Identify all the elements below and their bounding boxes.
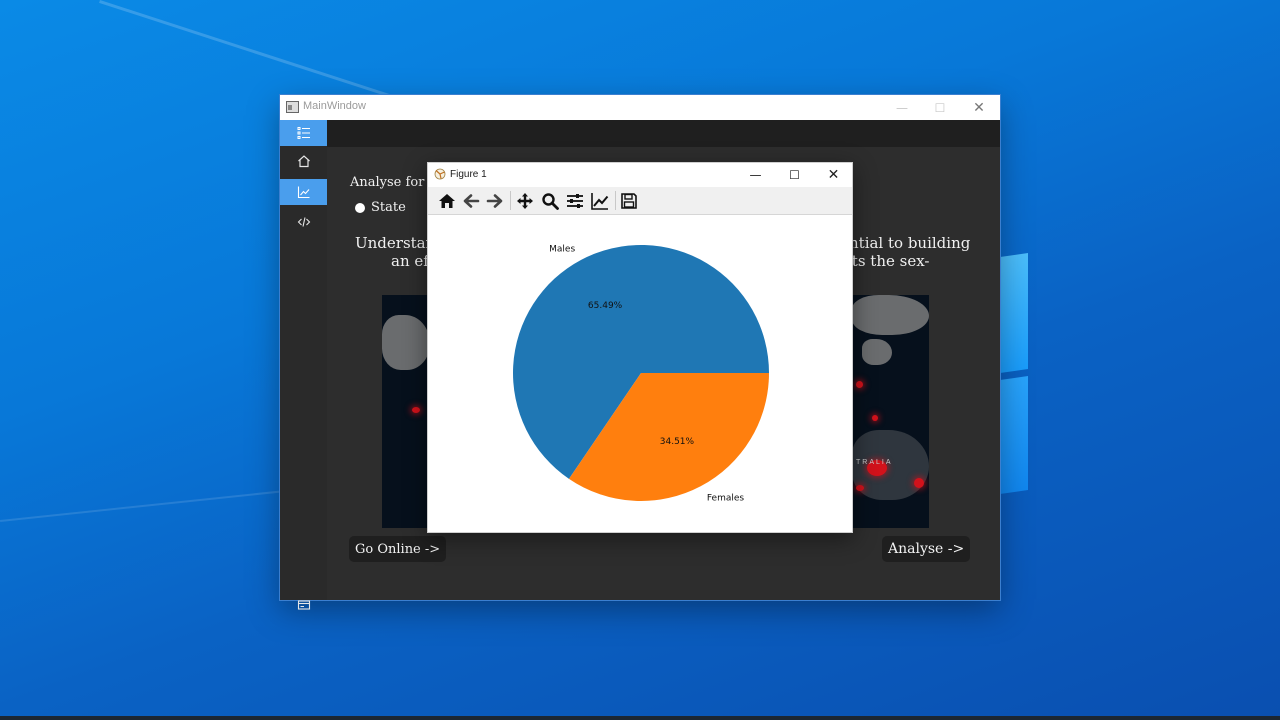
pie-percent-label: 34.51%	[660, 437, 695, 447]
pie-label: Females	[707, 493, 745, 503]
sidebar	[280, 120, 327, 610]
sidebar-item-analytics[interactable]	[280, 179, 327, 205]
taskbar	[0, 716, 1280, 720]
hotspot	[856, 381, 863, 388]
figure-toolbar	[428, 187, 852, 215]
pan-icon	[517, 193, 533, 209]
paragraph-text: ntial to building	[849, 234, 971, 252]
subplots-config-icon	[567, 194, 583, 208]
landmass	[382, 315, 430, 370]
sidebar-item-home[interactable]	[280, 148, 327, 174]
save-icon	[621, 193, 637, 209]
hotspot	[872, 415, 878, 421]
home-icon	[297, 155, 310, 168]
menu-toggle-button[interactable]	[280, 120, 327, 146]
pie-chart: Males 65.49% Females 34.51%	[513, 245, 769, 503]
zoom-icon	[542, 193, 559, 210]
figure-title: Figure 1	[450, 169, 487, 180]
maximize-button[interactable]: ☐	[921, 95, 959, 120]
window-title: MainWindow	[303, 100, 366, 112]
back-button[interactable]	[460, 190, 482, 212]
state-radio-option[interactable]: State	[355, 200, 406, 215]
forward-button[interactable]	[484, 190, 506, 212]
edit-axis-button[interactable]	[589, 190, 611, 212]
analyse-for-label: Analyse for	[350, 175, 425, 190]
save-button[interactable]	[618, 190, 640, 212]
hotspot	[412, 407, 420, 413]
windows-logo-pane	[1000, 376, 1028, 494]
landmass	[852, 295, 929, 335]
radio-button[interactable]	[355, 202, 365, 213]
home-icon	[439, 194, 455, 208]
list-icon	[297, 127, 310, 139]
pan-button[interactable]	[514, 190, 536, 212]
hotspot	[914, 478, 924, 488]
landmass	[862, 339, 892, 365]
pie-percent-label: 65.49%	[588, 301, 623, 311]
toolbar-separator	[510, 191, 511, 210]
chart-icon	[297, 186, 309, 199]
windows-logo-pane	[1000, 253, 1028, 373]
plot-area: Males 65.49% Females 34.51%	[428, 215, 852, 532]
card-icon	[297, 600, 310, 610]
sidebar-item-card[interactable]	[280, 592, 327, 618]
figure-minimize-button[interactable]: —	[736, 163, 775, 187]
back-arrow-icon	[463, 194, 480, 208]
figure-window: Figure 1 — ☐ ✕ Males 65.49% Females 34.5…	[427, 162, 853, 533]
forward-arrow-icon	[486, 194, 503, 208]
toolbar-separator	[615, 191, 616, 210]
pie-label: Males	[549, 245, 575, 255]
figure-close-button[interactable]: ✕	[814, 163, 853, 187]
analyse-button[interactable]: Analyse ->	[882, 536, 971, 562]
zoom-button[interactable]	[539, 190, 561, 212]
go-online-button[interactable]: Go Online ->	[349, 536, 447, 562]
app-window-icon	[286, 101, 299, 113]
subplots-config-button[interactable]	[564, 190, 586, 212]
paragraph-text: Understan	[355, 234, 436, 252]
figure-maximize-button[interactable]: ☐	[775, 163, 814, 187]
paragraph-text: its the sex-	[847, 252, 930, 270]
home-button[interactable]	[436, 190, 458, 212]
figure-titlebar[interactable]: Figure 1 — ☐ ✕	[428, 163, 852, 187]
sidebar-item-code[interactable]	[280, 209, 327, 235]
top-bar	[327, 120, 1000, 147]
edit-axis-icon	[591, 193, 609, 210]
close-button[interactable]: ✕	[960, 95, 998, 120]
map-region-label: TRALIA	[856, 459, 893, 466]
minimize-button[interactable]: —	[883, 95, 921, 120]
matplotlib-icon	[434, 168, 446, 180]
main-window-titlebar[interactable]: MainWindow — ☐ ✕	[280, 95, 1000, 120]
radio-label: State	[371, 200, 406, 215]
code-icon	[297, 217, 310, 227]
hotspot	[856, 485, 864, 491]
